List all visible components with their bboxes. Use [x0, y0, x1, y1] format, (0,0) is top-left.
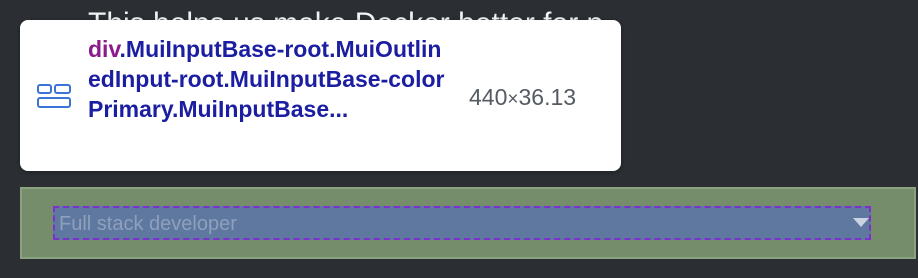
role-select-highlight[interactable]: Full stack developer [20, 187, 916, 259]
element-width: 440 [469, 84, 508, 110]
element-dimensions: 440×36.13 [469, 82, 576, 115]
dropdown-caret-icon[interactable] [853, 218, 869, 227]
tooltip-arrow [26, 150, 54, 166]
role-select-input[interactable]: Full stack developer [53, 206, 871, 240]
role-select-placeholder: Full stack developer [59, 213, 237, 235]
element-height: 36.13 [518, 84, 577, 110]
inspect-tooltip: div.MuiInputBase-root.MuiOutlinedInput-r… [20, 20, 621, 171]
flex-layout-icon [37, 84, 71, 108]
dimension-separator: × [507, 89, 519, 110]
element-tag: div [88, 36, 120, 62]
element-selector: div.MuiInputBase-root.MuiOutlinedInput-r… [88, 34, 450, 124]
page: This helps us make Docker better for p F… [0, 0, 918, 278]
element-classes: .MuiInputBase-root.MuiOutlinedInput-root… [88, 36, 445, 122]
